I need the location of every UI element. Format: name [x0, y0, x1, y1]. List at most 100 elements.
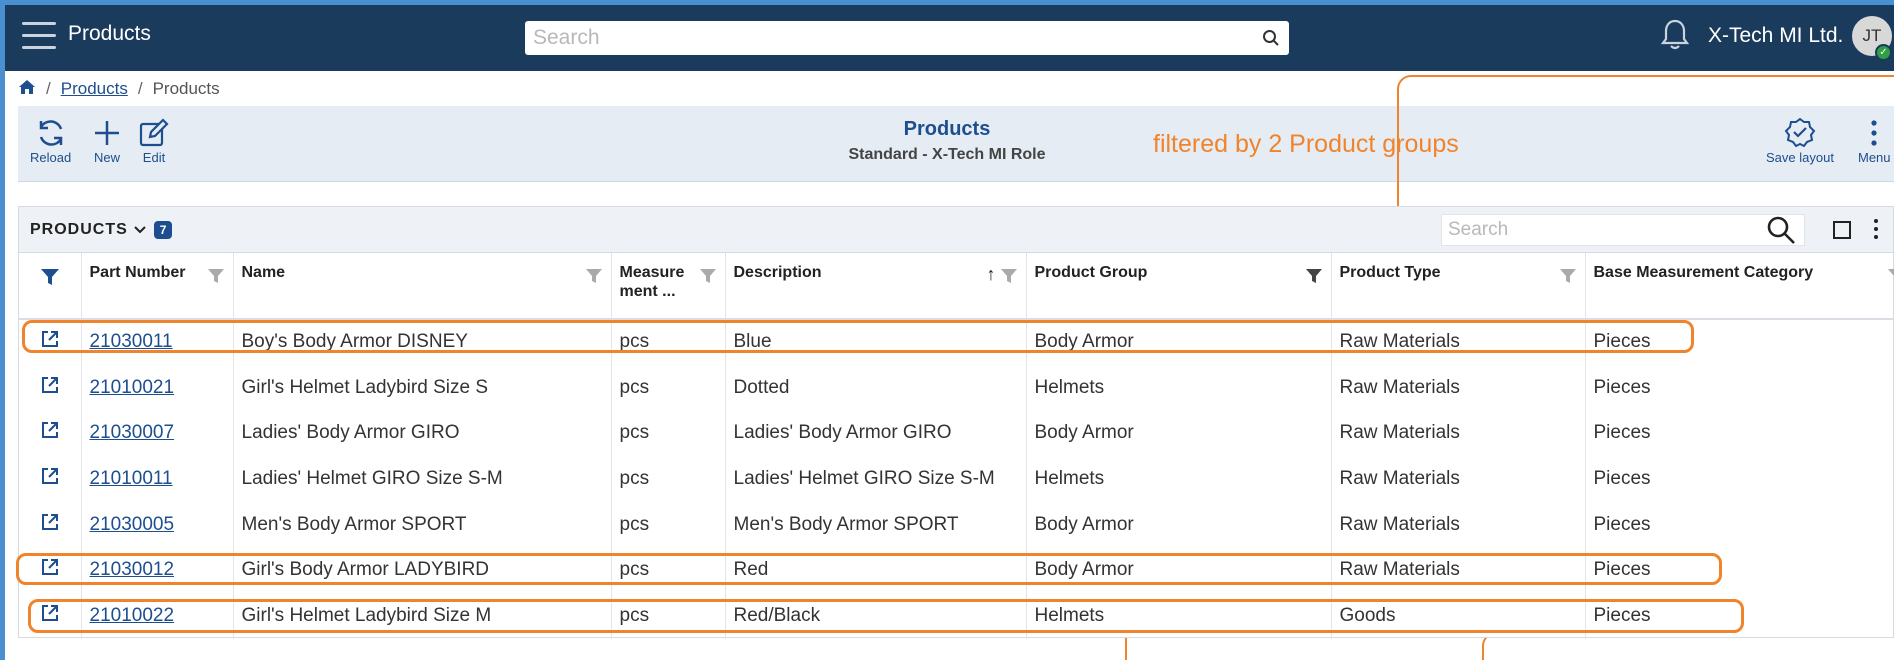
open-external-icon[interactable]	[40, 603, 60, 623]
cell-product-group: Helmets	[1026, 456, 1332, 502]
table-row[interactable]: 21010022 Girl's Helmet Ladybird Size Mpcs…	[19, 593, 1894, 639]
annotation-note: filtered by 2 Product groups	[1153, 130, 1459, 158]
filter-icon[interactable]	[1887, 267, 1894, 285]
cell-description: Red	[725, 547, 1027, 594]
column-header-description[interactable]: Description ↑	[725, 253, 1027, 320]
global-search[interactable]	[525, 21, 1289, 55]
cell-product-type: Raw Materials	[1331, 319, 1586, 365]
grid-search-input[interactable]	[1442, 215, 1766, 245]
top-bar: Products X-Tech MI Ltd. JT ✓	[0, 0, 1894, 71]
cell-description: Blue	[725, 319, 1027, 365]
cell-part-number: 21010022	[81, 593, 234, 639]
filter-column-header[interactable]	[19, 253, 82, 320]
hamburger-menu-icon[interactable]	[22, 22, 56, 50]
filter-active-icon[interactable]	[1305, 267, 1323, 285]
fullscreen-toggle-icon[interactable]	[1833, 221, 1851, 239]
open-record-cell	[19, 593, 82, 639]
part-number-link[interactable]: 21030007	[90, 422, 175, 443]
open-external-icon[interactable]	[40, 420, 60, 440]
cell-product-type: Raw Materials	[1331, 364, 1586, 411]
company-name[interactable]: X-Tech MI Ltd.	[1708, 24, 1843, 48]
cell-description: Men's Body Armor SPORT	[725, 501, 1027, 548]
open-external-icon[interactable]	[40, 512, 60, 532]
grid-title-text: PRODUCTS	[30, 221, 128, 238]
open-record-cell	[19, 410, 82, 457]
table-row[interactable]: 21030012 Girl's Body Armor LADYBIRD pcs Red…	[19, 547, 1894, 594]
open-external-icon[interactable]	[40, 329, 60, 349]
open-external-icon[interactable]	[40, 557, 60, 577]
cell-base-measurement-category: Pieces	[1585, 547, 1894, 594]
search-icon[interactable]	[1766, 215, 1796, 245]
column-header-measurement[interactable]: Measure ment ...	[611, 253, 726, 320]
cell-name: Men's Body Armor SPORT	[233, 501, 612, 548]
filter-active-icon[interactable]	[40, 267, 60, 287]
cell-product-type: Raw Materials	[1331, 501, 1586, 548]
cell-part-number: 21030007	[81, 410, 234, 457]
chevron-down-icon[interactable]	[134, 226, 146, 234]
open-external-icon[interactable]	[40, 375, 60, 395]
part-number-link[interactable]: 21030012	[90, 559, 175, 580]
open-external-icon[interactable]	[40, 466, 60, 486]
cell-product-type: Goods	[1331, 593, 1586, 639]
part-number-link[interactable]: 21010011	[90, 468, 173, 489]
column-label: Product Type	[1339, 264, 1441, 281]
table-row[interactable]: 21010011 Ladies' Helmet GIRO Size S-M pcs L…	[19, 456, 1894, 502]
cell-description: Ladies' Body Armor GIRO	[725, 410, 1027, 457]
cell-product-type: Raw Materials	[1331, 547, 1586, 594]
filter-icon[interactable]	[207, 267, 225, 285]
grid-search[interactable]	[1441, 214, 1805, 246]
cell-base-measurement-category: Pieces	[1585, 456, 1894, 502]
table-row[interactable]: 21030011 Boy's Body Armor DISNEY pcs Blue Bo…	[19, 319, 1894, 365]
cell-base-measurement-category: Pieces	[1585, 364, 1894, 411]
open-record-cell	[19, 547, 82, 594]
cell-product-group: Body Armor	[1026, 319, 1332, 365]
column-header-product-group[interactable]: Product Group	[1026, 253, 1332, 320]
cell-part-number: 21010021	[81, 364, 234, 411]
filter-icon[interactable]	[1000, 267, 1018, 285]
global-search-input[interactable]	[525, 21, 1253, 55]
breadcrumb-link-products[interactable]: Products	[61, 79, 128, 99]
column-header-name[interactable]: Name	[233, 253, 612, 320]
cell-base-measurement-category: Pieces	[1585, 319, 1894, 365]
grid-header: PRODUCTS 7	[19, 207, 1893, 253]
cell-part-number: 21030011	[81, 319, 234, 365]
table-row[interactable]: 21030005 Men's Body Armor SPORT pcs Men's B…	[19, 501, 1894, 548]
filter-icon[interactable]	[699, 267, 717, 285]
column-header-part-number[interactable]: Part Number	[81, 253, 234, 320]
filter-icon[interactable]	[1559, 267, 1577, 285]
cell-measurement: pcs	[611, 410, 726, 457]
column-header-product-type[interactable]: Product Type	[1331, 253, 1586, 320]
cell-measurement: pcs	[611, 501, 726, 548]
cell-part-number: 21030005	[81, 501, 234, 548]
row-count-badge: 7	[153, 221, 173, 239]
column-header-base-measurement-category[interactable]: Base Measurement Category	[1585, 253, 1894, 320]
cell-description: Red/Black	[725, 593, 1027, 639]
breadcrumb-separator: /	[46, 79, 51, 98]
cell-part-number: 21030012	[81, 547, 234, 594]
cell-product-type: Raw Materials	[1331, 456, 1586, 502]
open-record-cell	[19, 319, 82, 365]
table-row[interactable]: 21010021 Girl's Helmet Ladybird Size Spcs…	[19, 364, 1894, 411]
table-header-row: Part Number Name Measure ment ... Descri…	[19, 253, 1894, 320]
part-number-link[interactable]: 21030011	[90, 331, 173, 352]
search-icon[interactable]	[1253, 29, 1289, 47]
cell-name: Ladies' Helmet GIRO Size S-M	[233, 456, 612, 502]
open-record-cell	[19, 456, 82, 502]
filter-icon[interactable]	[585, 267, 603, 285]
part-number-link[interactable]: 21030005	[90, 514, 175, 535]
cell-product-group: Body Armor	[1026, 501, 1332, 548]
notifications-bell-icon[interactable]	[1660, 18, 1690, 52]
page-subtitle: Standard - X-Tech MI Role	[848, 146, 1046, 163]
app-title: Products	[68, 22, 151, 45]
cell-part-number: 21010011	[81, 456, 234, 502]
table-row[interactable]: 21030007 Ladies' Body Armor GIRO pcs Ladies…	[19, 410, 1894, 457]
home-icon[interactable]	[18, 79, 36, 100]
cell-name: Ladies' Body Armor GIRO	[233, 410, 612, 457]
sort-ascending-icon[interactable]: ↑	[987, 265, 996, 284]
cell-base-measurement-category: Pieces	[1585, 593, 1894, 639]
part-number-link[interactable]: 21010021	[90, 377, 175, 398]
grid-title[interactable]: PRODUCTS 7	[30, 221, 173, 239]
cell-measurement: pcs	[611, 547, 726, 594]
part-number-link[interactable]: 21010022	[90, 605, 175, 626]
grid-options-kebab-icon[interactable]	[1874, 219, 1880, 241]
